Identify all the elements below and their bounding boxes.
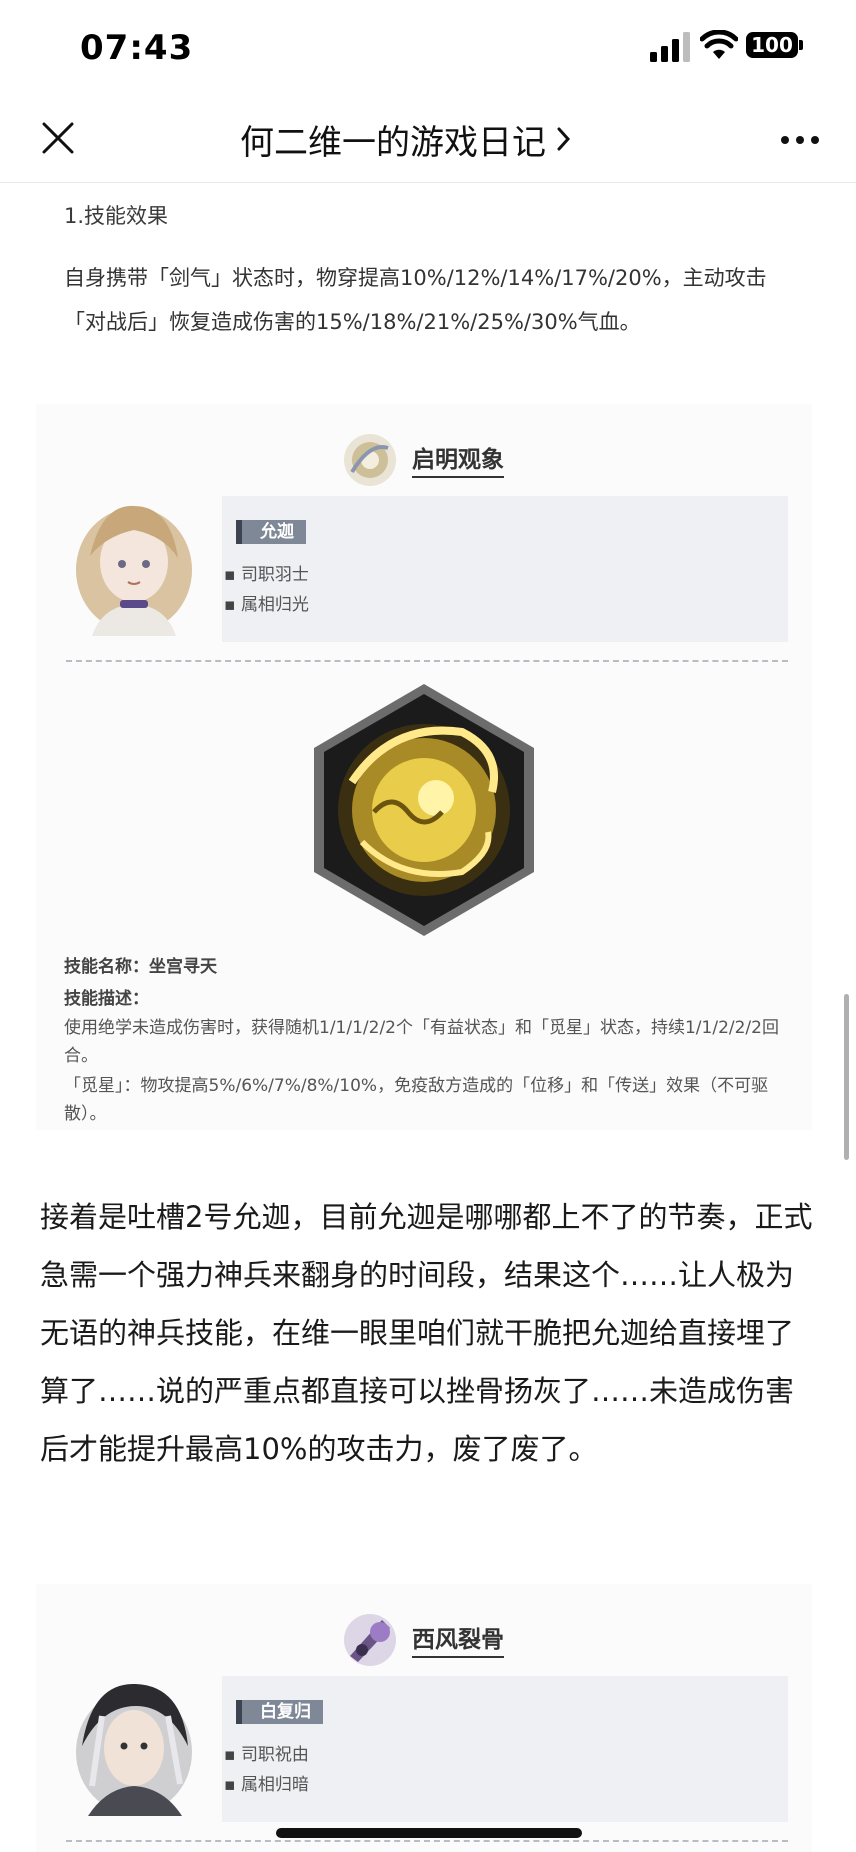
weapon-header-2: 西风裂骨: [36, 1604, 812, 1674]
home-indicator[interactable]: [276, 1828, 582, 1838]
character-info: 允迦 司职羽士 属相归光: [222, 496, 788, 642]
status-bar: 07:43 100: [0, 0, 856, 96]
divider-2: [66, 1840, 788, 1842]
skill-desc-label: 技能描述：: [64, 989, 149, 1009]
character-info-2: 白复归 司职祝由 属相归暗: [222, 1676, 788, 1822]
commentary-paragraph: 接着是吐槽2号允迦，目前允迦是哪哪都上不了的节奏，正式急需一个强力神兵来翻身的时…: [40, 1200, 813, 1466]
account-title-link[interactable]: 何二维一的游戏日记: [240, 114, 574, 164]
character-name-tag: 允迦: [236, 520, 306, 544]
close-icon[interactable]: [38, 118, 78, 158]
weapon-card-2[interactable]: 西风裂骨 白复归 司职祝由 属相归暗: [36, 1584, 812, 1852]
status-time: 07:43: [80, 28, 194, 68]
weapon-emblem-icon: [344, 434, 396, 486]
wifi-icon: [700, 30, 738, 59]
character-portrait: [76, 505, 192, 636]
character-attribute: 属相归光: [224, 590, 309, 615]
page-title: 何二维一的游戏日记: [240, 122, 546, 163]
character-role: 司职羽士: [224, 560, 309, 585]
skill-name: 技能名称：坐宫寻天: [64, 957, 217, 977]
section-heading: 1.技能效果: [64, 204, 169, 228]
skill-hexagon-icon: [314, 684, 534, 936]
skill-desc-2: 「觅星」：物攻提高5%/6%/7%/8%/10%，免疫敌方造成的「位移」和「传送…: [64, 1076, 769, 1124]
nav-bar: 何二维一的游戏日记: [0, 96, 856, 183]
character-name-tag-2: 白复归: [236, 1700, 323, 1724]
weapon-header: 启明观象: [36, 424, 812, 494]
character-role-2: 司职祝由: [224, 1740, 309, 1765]
chevron-right-icon: [557, 127, 571, 151]
more-icon[interactable]: [780, 134, 820, 146]
character-attribute-2: 属相归暗: [224, 1770, 309, 1795]
weapon-name: 启明观象: [412, 440, 504, 478]
weapon-card[interactable]: 启明观象 允迦 司职羽士 属相归光 技能名称：坐宫寻天 技能描述： 使用绝学未造…: [36, 404, 812, 1130]
character-portrait-2: [76, 1683, 192, 1816]
scrollbar[interactable]: [844, 994, 849, 1160]
weapon-name-2: 西风裂骨: [412, 1620, 504, 1658]
skill-desc-1: 使用绝学未造成伤害时，获得随机1/1/1/2/2个「有益状态」和「觅星」状态，持…: [64, 1018, 779, 1066]
effect-paragraph: 自身携带「剑气」状态时，物穿提高10%/12%/14%/17%/20%，主动攻击…: [64, 266, 767, 334]
battery-indicator: 100: [746, 32, 798, 58]
divider: [66, 660, 788, 662]
battery-tip: [799, 40, 803, 50]
signal-icon: [650, 32, 690, 62]
weapon-emblem-icon-2: [344, 1614, 396, 1666]
